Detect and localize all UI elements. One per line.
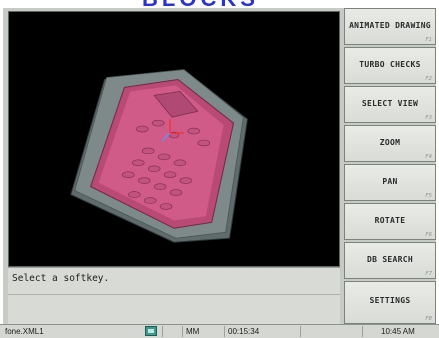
- softkey-label: SELECT VIEW: [361, 99, 419, 108]
- status-bar: fone.XML1 MM 00:15:34 10:45 AM: [0, 324, 439, 338]
- status-prompt: Select a softkey.: [12, 273, 110, 284]
- animated-drawing-button[interactable]: ANIMATED DRAWING F1: [344, 8, 436, 45]
- softkey-label: PAN: [382, 177, 398, 186]
- turbo-checks-button[interactable]: TURBO CHECKS F2: [344, 47, 436, 84]
- main-frame: Select a softkey. ANIMATED DRAWING F1 TU…: [3, 8, 436, 324]
- softkey-fkey: F4: [425, 154, 432, 160]
- elapsed-time-field: 00:15:34: [224, 326, 298, 337]
- softkey-panel: ANIMATED DRAWING F1 TURBO CHECKS F2 SELE…: [344, 8, 436, 324]
- select-view-button[interactable]: SELECT VIEW F3: [344, 86, 436, 123]
- softkey-label: SETTINGS: [369, 296, 411, 305]
- softkey-fkey: F7: [425, 271, 432, 277]
- softkey-label: TURBO CHECKS: [359, 60, 421, 69]
- softkey-fkey: F6: [425, 232, 432, 238]
- softkey-fkey: F8: [425, 316, 432, 322]
- softkey-fkey: F1: [425, 37, 432, 43]
- zoom-button[interactable]: ZOOM F4: [344, 125, 436, 162]
- softkey-fkey: F5: [425, 193, 432, 199]
- rotate-button[interactable]: ROTATE F6: [344, 203, 436, 240]
- status-divider: [8, 294, 340, 295]
- filename-field: fone.XML1: [5, 327, 44, 336]
- db-search-button[interactable]: DB SEARCH F7: [344, 242, 436, 279]
- pan-button[interactable]: PAN F5: [344, 164, 436, 201]
- 3d-part-view-icon: [70, 69, 248, 243]
- softkey-fkey: F3: [425, 115, 432, 121]
- window-title: BLOCKS: [142, 0, 259, 8]
- status-cell-blank: [162, 326, 180, 337]
- settings-button[interactable]: SETTINGS F8: [344, 281, 436, 324]
- title-strip: BLOCKS: [0, 0, 439, 8]
- softkey-label: DB SEARCH: [366, 255, 414, 264]
- clock-field: 10:45 AM: [362, 326, 438, 337]
- units-field: MM: [182, 326, 222, 337]
- status-cell-blank-2: [300, 326, 360, 337]
- status-area: Select a softkey.: [8, 267, 340, 324]
- softkey-label: ANIMATED DRAWING: [349, 21, 431, 30]
- softkey-fkey: F2: [425, 76, 432, 82]
- graphics-viewport[interactable]: [8, 11, 340, 267]
- softkey-label: ZOOM: [379, 138, 401, 147]
- softkey-label: ROTATE: [374, 216, 406, 225]
- calculator-icon[interactable]: [145, 326, 157, 336]
